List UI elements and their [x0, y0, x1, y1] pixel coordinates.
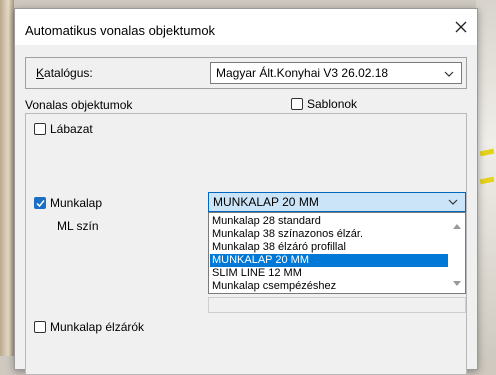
close-icon[interactable] [453, 19, 469, 35]
chevron-down-icon [447, 195, 459, 213]
disabled-field [208, 297, 466, 313]
checkbox-box[interactable] [291, 98, 303, 110]
title-bar: Automatikus vonalas objektumok [15, 9, 477, 45]
munkalap-checkbox[interactable]: Munkalap [34, 196, 102, 210]
catalog-group: Katalógus: Magyar Ált.Konyhai V3 26.02.1… [25, 57, 467, 89]
catalog-select[interactable]: Magyar Ált.Konyhai V3 26.02.18 [210, 62, 462, 84]
elzarok-checkbox[interactable]: Munkalap élzárók [34, 320, 144, 334]
background-marker [479, 148, 495, 157]
elzarok-label: Munkalap élzárók [50, 320, 145, 334]
scroll-up-icon[interactable] [453, 218, 461, 232]
dropdown-option[interactable]: Munkalap 38 színazonos élzár. [210, 228, 448, 241]
checkmark-icon [36, 200, 45, 208]
catalog-value: Magyar Ált.Konyhai V3 26.02.18 [216, 66, 389, 80]
dropdown-option[interactable]: Munkalap csempézéshez [210, 280, 448, 293]
labazat-label: Lábazat [50, 122, 93, 136]
ml-szin-label: ML szín [57, 219, 99, 233]
dropdown-option[interactable]: Munkalap 28 standard [210, 215, 448, 228]
background-app-right [476, 0, 496, 356]
checkbox-box[interactable] [34, 321, 46, 333]
templates-checkbox[interactable]: Sablonok [291, 97, 357, 111]
catalog-label: Katalógus: [36, 66, 93, 80]
checkbox-box[interactable] [34, 197, 46, 209]
background-marker [479, 176, 495, 185]
munkalap-label: Munkalap [50, 196, 103, 210]
background-app-left [0, 0, 14, 356]
dialog-window: Automatikus vonalas objektumok Katalógus… [14, 8, 478, 375]
checkbox-box[interactable] [34, 123, 46, 135]
dialog-title: Automatikus vonalas objektumok [25, 23, 216, 38]
templates-label: Sablonok [307, 97, 358, 111]
dropdown-option-selected[interactable]: MUNKALAP 20 MM [210, 254, 448, 267]
labazat-checkbox[interactable]: Lábazat [34, 122, 93, 136]
dropdown-option[interactable]: Munkalap 38 élzáró profillal [210, 241, 448, 254]
chevron-down-icon [443, 66, 455, 86]
munkalap-dropdown-list: Munkalap 28 standard Munkalap 38 színazo… [208, 212, 466, 294]
dropdown-scrollbar[interactable] [450, 214, 464, 292]
scroll-down-icon[interactable] [453, 276, 461, 290]
munkalap-selected-value: MUNKALAP 20 MM [213, 195, 319, 209]
munkalap-select[interactable]: MUNKALAP 20 MM [208, 192, 466, 212]
section-title: Vonalas objektumok [25, 98, 133, 112]
dropdown-option[interactable]: SLIM LINE 12 MM [210, 267, 448, 280]
